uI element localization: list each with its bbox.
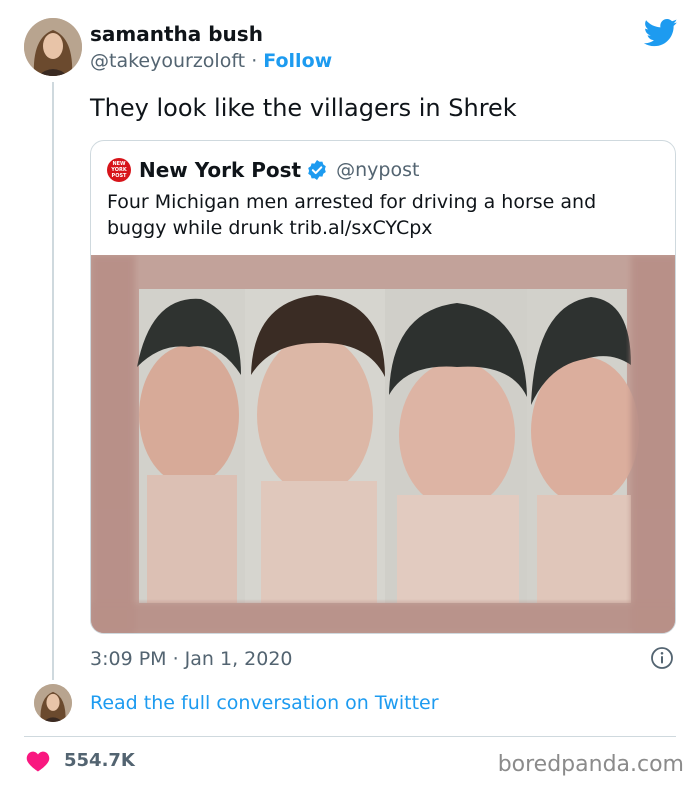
quoted-text: Four Michigan men arrested for driving a… (107, 191, 597, 239)
small-avatar[interactable] (34, 684, 72, 722)
tweet-timestamp[interactable]: 3:09 PM · Jan 1, 2020 (90, 648, 293, 670)
separator-dot: · (251, 50, 258, 72)
author-avatar[interactable] (24, 18, 82, 76)
watermark: boredpanda.com (497, 752, 684, 777)
quoted-name[interactable]: New York Post (139, 158, 301, 182)
divider (24, 736, 676, 737)
read-conversation-link[interactable]: Read the full conversation on Twitter (90, 692, 439, 714)
author-handle-line: @takeyourzoloft · Follow (90, 50, 332, 72)
author-handle[interactable]: @takeyourzoloft (90, 50, 245, 72)
quoted-handle[interactable]: @nypost (336, 159, 419, 181)
info-icon[interactable] (650, 646, 674, 670)
verified-badge-icon (308, 160, 326, 180)
quoted-header: NEW YORK POST New York Post @nypost (107, 157, 419, 183)
thread-line (52, 82, 54, 680)
twitter-bird-icon[interactable] (644, 18, 678, 48)
quoted-tweet-card[interactable]: NEW YORK POST New York Post @nypost Four… (90, 140, 676, 634)
follow-button[interactable]: Follow (263, 50, 332, 72)
author-name[interactable]: samantha bush (90, 22, 263, 46)
mugshot-photo[interactable] (91, 255, 675, 633)
heart-icon[interactable] (26, 750, 50, 772)
like-count[interactable]: 554.7K (64, 750, 135, 771)
tweet-text: They look like the villagers in Shrek (90, 94, 517, 122)
nyp-logo[interactable]: NEW YORK POST (107, 158, 131, 182)
